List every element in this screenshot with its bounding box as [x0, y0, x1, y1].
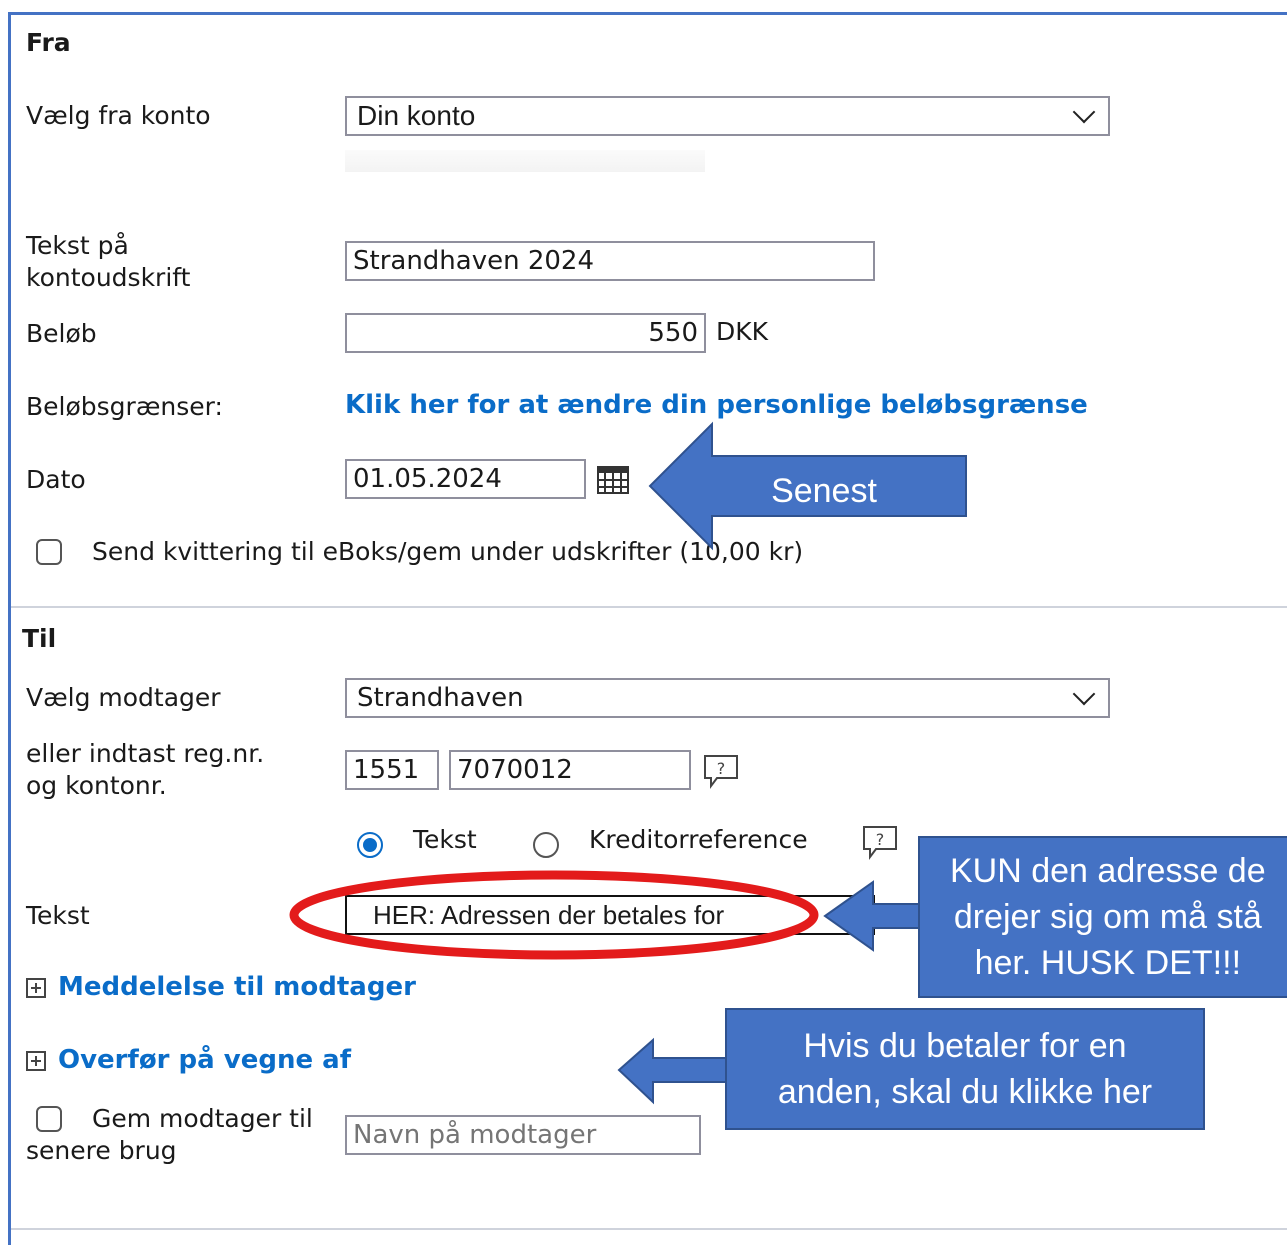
radio-tekst-label: Tekst [413, 825, 477, 854]
expand-plus-icon[interactable] [26, 1051, 46, 1071]
radio-tekst[interactable] [357, 832, 383, 858]
message-to-recipient-link[interactable]: Meddelelse til modtager [58, 972, 416, 1002]
calendar-icon[interactable] [597, 466, 629, 494]
reg-number-input[interactable]: 1551 [345, 750, 439, 790]
recipient-name-input[interactable] [345, 1115, 701, 1155]
amount-label: Beløb [26, 319, 97, 348]
section-title-fra: Fra [26, 28, 71, 57]
svg-text:?: ? [876, 830, 885, 849]
highlight-ellipse [289, 870, 819, 960]
arrow-senest: Senest [648, 421, 967, 551]
radio-kreditorreference-label: Kreditorreference [589, 825, 808, 854]
section-title-til: Til [22, 624, 57, 653]
radio-kreditorreference[interactable] [533, 832, 559, 858]
recipient-value: Strandhaven [357, 683, 524, 713]
limits-label: Beløbsgrænser: [26, 392, 223, 421]
from-account-value: Din konto [357, 100, 476, 131]
callout-kun-adresse: KUN den adresse de drejer sig om må stå … [918, 836, 1287, 998]
svg-text:?: ? [717, 759, 726, 778]
arrow-hvis-pointer [617, 1037, 728, 1105]
section-divider [11, 606, 1287, 608]
chevron-down-icon [1072, 100, 1096, 124]
statement-text-input[interactable]: Strandhaven 2024 [345, 241, 875, 281]
account-number-input[interactable]: 7070012 [449, 750, 691, 790]
currency-label: DKK [716, 317, 769, 346]
receipt-checkbox[interactable] [36, 539, 62, 565]
account-balance-placeholder [345, 150, 705, 172]
change-limit-link[interactable]: Klik her for at ændre din personlige bel… [345, 390, 1088, 420]
date-input[interactable]: 01.05.2024 [345, 459, 586, 499]
regnr-label: eller indtast reg.nr. og kontonr. [26, 739, 265, 800]
statement-text-label: Tekst på kontoudskrift [26, 231, 191, 292]
from-account-select[interactable]: Din konto [345, 96, 1110, 136]
section-divider [11, 1228, 1287, 1230]
from-account-label: Vælg fra konto [26, 101, 211, 130]
transfer-on-behalf-link[interactable]: Overfør på vegne af [58, 1045, 351, 1075]
date-label: Dato [26, 465, 86, 494]
chevron-down-icon [1072, 682, 1096, 706]
help-icon[interactable]: ? [703, 754, 739, 789]
help-icon[interactable]: ? [862, 825, 898, 860]
arrow-kun-pointer [823, 880, 922, 952]
recipient-label: Vælg modtager [26, 683, 221, 712]
expand-plus-icon[interactable] [26, 978, 46, 998]
senest-text: Senest [771, 472, 877, 510]
amount-input[interactable]: 550 [345, 313, 706, 353]
callout-hvis-du-betaler: Hvis du betaler for en anden, skal du kl… [725, 1008, 1205, 1130]
recipient-select[interactable]: Strandhaven [345, 678, 1110, 718]
text-label: Tekst [26, 901, 90, 930]
save-recipient-label: Gem modtager til senere brug [26, 1104, 313, 1165]
